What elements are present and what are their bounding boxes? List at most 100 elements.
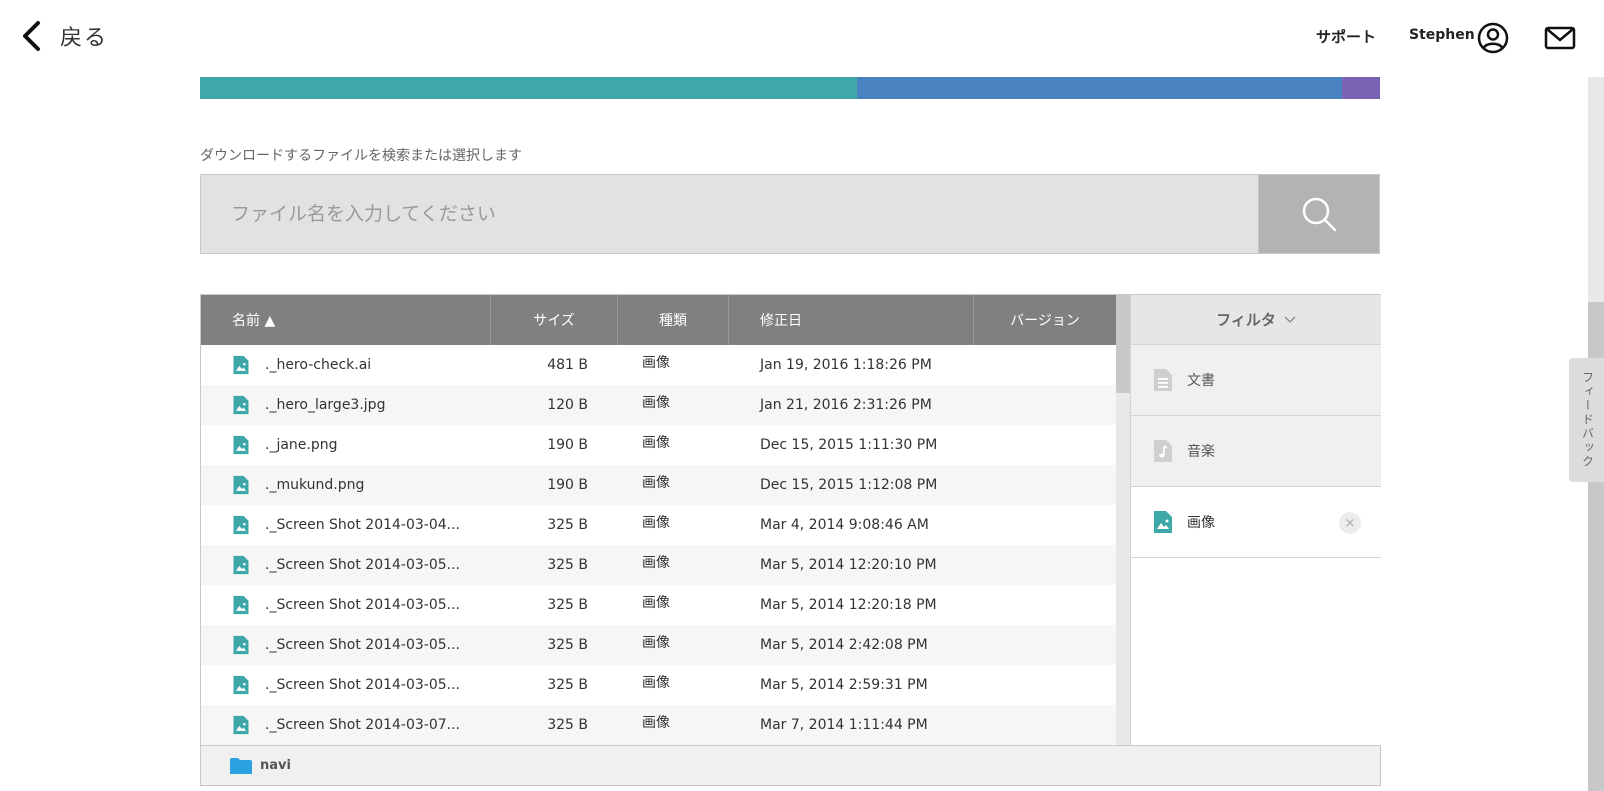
filter-item-images[interactable]: 画像 ×: [1131, 487, 1381, 558]
search-label: ダウンロードするファイルを検索または選択します: [200, 148, 522, 164]
file-name: ._Screen Shot 2014-03-04...: [265, 517, 461, 533]
file-type: 画像: [642, 395, 670, 411]
current-folder[interactable]: navi: [260, 758, 291, 773]
file-modified: Mar 5, 2014 2:42:08 PM: [760, 637, 928, 653]
column-header-type[interactable]: 種類: [618, 295, 729, 345]
back-label: 戻る: [60, 26, 109, 51]
file-name: ._Screen Shot 2014-03-07...: [265, 717, 461, 733]
column-header-version[interactable]: バージョン: [974, 295, 1116, 345]
file-table: 名前 ▲ サイズ 種類 修正日 バージョン ._hero-check.ai 481…: [201, 295, 1130, 745]
filter-item-label: 画像: [1187, 515, 1215, 531]
image-file-icon: [233, 595, 249, 615]
file-size: 325 B: [547, 557, 588, 573]
image-file-icon: [233, 715, 249, 735]
file-modified: Dec 15, 2015 1:12:08 PM: [760, 477, 938, 493]
file-size: 120 B: [547, 397, 588, 413]
table-row[interactable]: ._Screen Shot 2014-03-07... 325 B 画像 Mar 7,…: [201, 705, 1116, 745]
file-name: ._jane.png: [265, 437, 338, 453]
file-modified: Jan 19, 2016 1:18:26 PM: [760, 357, 932, 373]
folder-icon: [230, 757, 252, 774]
file-name: ._hero-check.ai: [265, 357, 372, 373]
file-type: 画像: [642, 595, 670, 611]
column-header-name[interactable]: 名前 ▲: [201, 295, 491, 345]
storage-usage-bar: [200, 77, 1380, 99]
table-row[interactable]: ._mukund.png 190 B 画像 Dec 15, 2015 1:12:08 …: [201, 465, 1116, 505]
file-type: 画像: [642, 435, 670, 451]
file-icon-cell: [232, 505, 250, 545]
table-row[interactable]: ._Screen Shot 2014-03-05... 325 B 画像 Mar 5,…: [201, 625, 1116, 665]
table-scrollbar-thumb[interactable]: [1116, 295, 1130, 393]
search-button[interactable]: [1258, 175, 1379, 253]
file-browser: 名前 ▲ サイズ 種類 修正日 バージョン ._hero-check.ai 481…: [200, 294, 1381, 786]
column-header-modified[interactable]: 修正日: [729, 295, 974, 345]
support-link[interactable]: サポート: [1316, 26, 1376, 47]
file-modified: Mar 5, 2014 12:20:18 PM: [760, 597, 937, 613]
file-modified: Mar 4, 2014 9:08:46 AM: [760, 517, 929, 533]
file-size: 325 B: [547, 637, 588, 653]
file-size: 325 B: [547, 517, 588, 533]
filter-item-label: 文書: [1187, 373, 1215, 389]
image-file-icon: [233, 475, 249, 495]
filter-item-documents[interactable]: 文書: [1131, 345, 1381, 416]
table-scrollbar[interactable]: [1116, 295, 1130, 745]
file-modified: Mar 5, 2014 12:20:10 PM: [760, 557, 937, 573]
top-bar: 戻る サポート Stephen: [0, 0, 1604, 76]
filter-item-label: 音楽: [1187, 444, 1215, 460]
storage-segment: [857, 77, 1343, 99]
feedback-tab[interactable]: フィードバック: [1569, 358, 1604, 482]
table-header: 名前 ▲ サイズ 種類 修正日 バージョン: [201, 295, 1130, 345]
file-name: ._Screen Shot 2014-03-05...: [265, 597, 461, 613]
file-size: 481 B: [547, 357, 588, 373]
filter-title: フィルタ: [1216, 311, 1276, 329]
image-file-icon: [233, 355, 249, 375]
search-input[interactable]: [201, 175, 1258, 253]
file-name: ._mukund.png: [265, 477, 365, 493]
file-icon-cell: [232, 665, 250, 705]
file-type: 画像: [642, 475, 670, 491]
file-modified: Mar 5, 2014 2:59:31 PM: [760, 677, 928, 693]
file-name: ._Screen Shot 2014-03-05...: [265, 557, 461, 573]
file-type: 画像: [642, 555, 670, 571]
file-icon-cell: [232, 465, 250, 505]
file-type: 画像: [642, 355, 670, 371]
image-icon: [1154, 511, 1172, 533]
search-box: [200, 174, 1380, 254]
storage-segment: [200, 77, 858, 99]
table-row[interactable]: ._Screen Shot 2014-03-05... 325 B 画像 Mar 5,…: [201, 585, 1116, 625]
table-row[interactable]: ._Screen Shot 2014-03-04... 325 B 画像 Mar 4,…: [201, 505, 1116, 545]
image-file-icon: [233, 555, 249, 575]
music-icon: [1154, 440, 1172, 462]
storage-segment: [1342, 77, 1380, 99]
table-row[interactable]: ._Screen Shot 2014-03-05... 325 B 画像 Mar 5,…: [201, 665, 1116, 705]
username[interactable]: Stephen: [1409, 27, 1475, 43]
file-modified: Mar 7, 2014 1:11:44 PM: [760, 717, 928, 733]
file-size: 325 B: [547, 597, 588, 613]
file-name: ._Screen Shot 2014-03-05...: [265, 637, 461, 653]
table-row[interactable]: ._jane.png 190 B 画像 Dec 15, 2015 1:11:30 PM: [201, 425, 1116, 465]
file-icon-cell: [232, 625, 250, 665]
table-row[interactable]: ._hero-check.ai 481 B 画像 Jan 19, 2016 1:18:…: [201, 345, 1116, 385]
mail-icon[interactable]: [1544, 26, 1576, 50]
file-type: 画像: [642, 675, 670, 691]
image-file-icon: [233, 675, 249, 695]
file-icon-cell: [232, 585, 250, 625]
file-size: 190 B: [547, 437, 588, 453]
user-account-icon[interactable]: [1477, 22, 1509, 54]
table-row[interactable]: ._Screen Shot 2014-03-05... 325 B 画像 Mar 5,…: [201, 545, 1116, 585]
column-header-size[interactable]: サイズ: [491, 295, 618, 345]
image-file-icon: [233, 395, 249, 415]
file-size: 325 B: [547, 677, 588, 693]
image-file-icon: [233, 635, 249, 655]
chevron-down-icon: [1284, 316, 1296, 323]
search-icon: [1302, 197, 1337, 232]
back-button[interactable]: 戻る: [20, 20, 108, 52]
file-name: ._hero_large3.jpg: [265, 397, 386, 413]
filter-dropdown[interactable]: フィルタ: [1131, 295, 1381, 345]
file-icon-cell: [232, 545, 250, 585]
file-size: 190 B: [547, 477, 588, 493]
table-body: ._hero-check.ai 481 B 画像 Jan 19, 2016 1:18:…: [201, 345, 1116, 745]
table-row[interactable]: ._hero_large3.jpg 120 B 画像 Jan 21, 2016 2:3…: [201, 385, 1116, 425]
chevron-left-icon: [23, 21, 40, 51]
clear-filter-button[interactable]: ×: [1339, 512, 1361, 534]
filter-item-music[interactable]: 音楽: [1131, 416, 1381, 487]
